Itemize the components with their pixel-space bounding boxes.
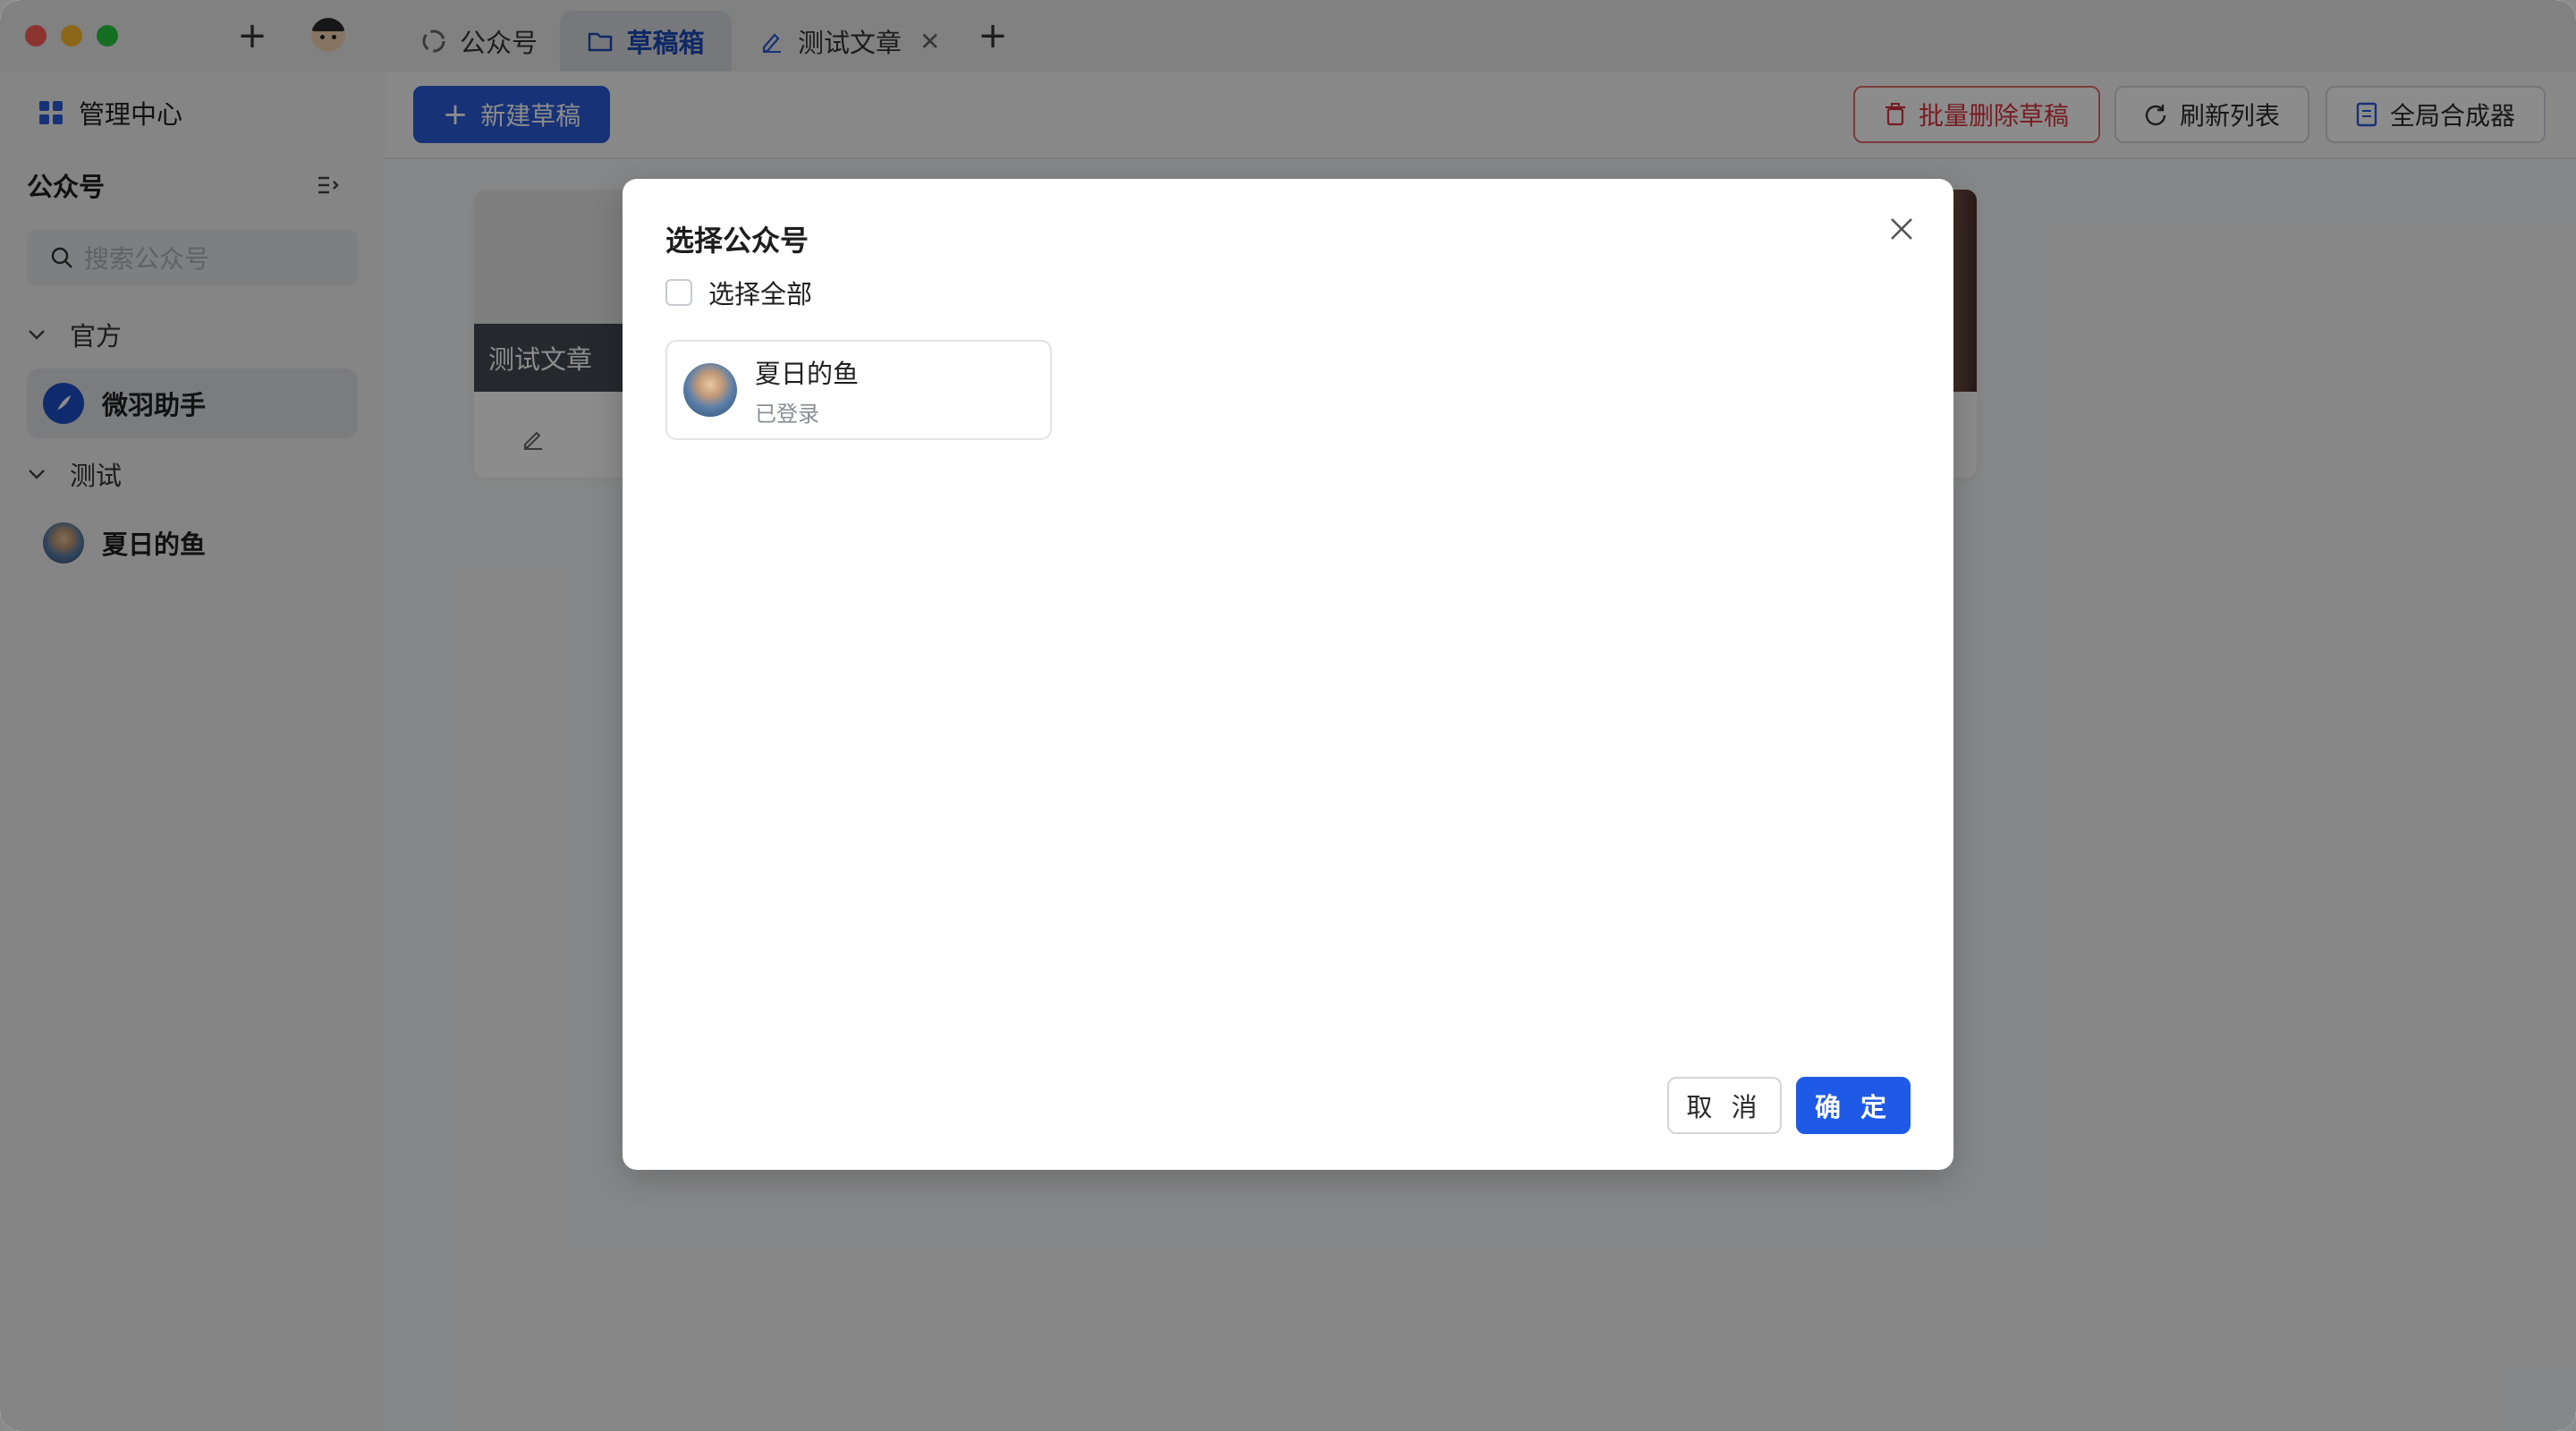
- avatar: [683, 363, 737, 417]
- cancel-button[interactable]: 取 消: [1667, 1077, 1782, 1134]
- account-name: 夏日的鱼: [755, 358, 860, 389]
- account-info: 夏日的鱼 已登录: [755, 353, 859, 428]
- account-option[interactable]: 夏日的鱼 已登录: [665, 340, 1052, 440]
- select-all-checkbox[interactable]: 选择全部: [665, 274, 812, 311]
- close-icon[interactable]: [1887, 215, 1916, 243]
- app-window: + 公众号 草稿箱 测试文章 ✕ + 管理中心 公众号 搜索公众号 官方 微羽助…: [0, 0, 2576, 1431]
- checkbox[interactable]: [665, 279, 692, 306]
- login-status: 已登录: [755, 401, 819, 427]
- select-account-dialog: 选择公众号 选择全部 夏日的鱼 已登录 取 消 确 定: [623, 179, 1953, 1170]
- confirm-button[interactable]: 确 定: [1796, 1077, 1911, 1134]
- dialog-title: 选择公众号: [665, 224, 809, 258]
- select-all-label: 选择全部: [708, 279, 813, 309]
